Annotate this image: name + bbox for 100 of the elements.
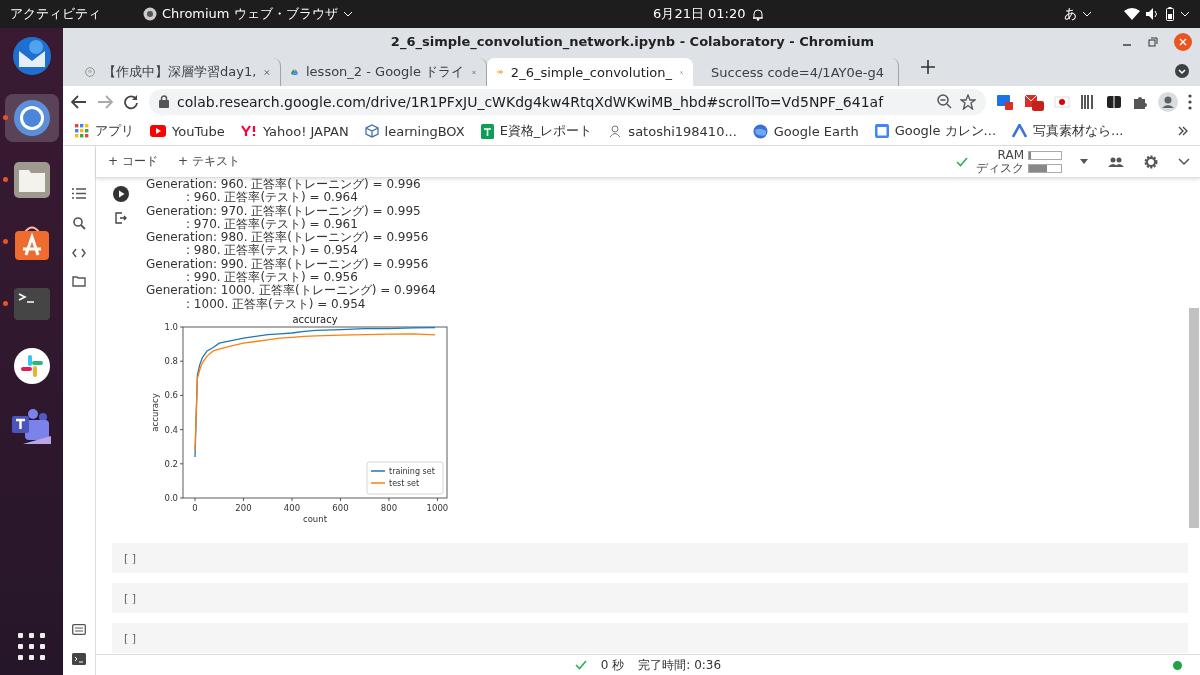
reload-icon[interactable]	[123, 93, 139, 110]
y-tick-label: 0.0	[164, 492, 178, 503]
legend-label: training set	[389, 466, 435, 476]
clock[interactable]: 6月21日 01:20	[653, 5, 746, 23]
profile-avatar-icon[interactable]	[1158, 91, 1178, 112]
cube-icon	[364, 124, 379, 138]
bookmark-link[interactable]: satoshi198410...	[608, 123, 737, 139]
extension-icon[interactable]	[996, 92, 1014, 111]
bookmark-link[interactable]: Google カレン...	[874, 122, 996, 140]
caret-icon	[1180, 11, 1190, 17]
output-line: : 960. 正答率(テスト) = 0.964	[185, 191, 359, 205]
browser-icon	[143, 7, 157, 21]
app-grid-icon[interactable]	[17, 633, 46, 661]
empty-code-cell[interactable]: [ ]	[112, 543, 1188, 573]
y-tick-label: 0.6	[164, 390, 178, 401]
toc-list-icon[interactable]	[72, 188, 86, 199]
lock-icon	[159, 95, 169, 108]
more-bookmarks-icon[interactable]	[1178, 126, 1188, 136]
cell-prompt: [ ]	[124, 591, 137, 605]
browser-tab[interactable]: 【作成中】深層学習day1,	[75, 58, 281, 86]
check-icon	[574, 660, 587, 670]
mail-badge-icon[interactable]	[1024, 92, 1044, 111]
bookmark-link[interactable]: YouTube	[150, 123, 225, 139]
board-icon[interactable]	[1106, 93, 1122, 110]
terminal-icon[interactable]	[72, 653, 86, 665]
bookmark-link[interactable]: E資格_レポート	[480, 122, 593, 140]
y-tick-label: 0.4	[164, 424, 178, 435]
chevron-logo-icon	[1012, 124, 1027, 138]
bookmark-link[interactable]: Yahoo! JAPAN	[240, 123, 349, 139]
snippets-icon[interactable]	[72, 624, 86, 635]
star-icon[interactable]	[960, 93, 976, 110]
output-line: Generation: 960. 正答率(トレーニング) = 0.996	[146, 178, 422, 191]
browser-tab[interactable]: Success code=4/1AY0e-g4	[693, 58, 899, 86]
add-code-button[interactable]: + コード	[108, 153, 158, 170]
volume-icon	[1146, 8, 1160, 20]
completed-time: 完了時間: 0:36	[638, 656, 722, 674]
code-brackets-icon[interactable]	[72, 248, 86, 258]
output-line: Generation: 990. 正答率(トレーニング) = 0.9956	[146, 257, 430, 271]
search-icon[interactable]	[72, 217, 86, 230]
calendar-icon	[874, 124, 889, 138]
dock-item[interactable]	[4, 94, 59, 142]
hash-logo-icon	[12, 347, 51, 385]
y-axis-label: accuracy	[150, 393, 160, 432]
activities-button[interactable]: アクティビティ	[10, 5, 101, 23]
x-tick-label: 0	[192, 502, 198, 513]
sheet-icon	[480, 123, 494, 139]
x-axis-label: count	[303, 513, 327, 524]
close-icon[interactable]	[264, 67, 270, 77]
bookmark-link[interactable]: Google Earth	[752, 123, 859, 139]
apps-grid-icon	[75, 124, 89, 138]
yahoo-logo-icon	[240, 125, 257, 137]
folder-icon[interactable]	[72, 276, 86, 287]
output-line: : 970. 正答率(テスト) = 0.961	[185, 217, 358, 231]
tab-search-icon[interactable]	[1174, 63, 1190, 79]
clear-output-icon[interactable]	[115, 212, 127, 224]
output-line: : 980. 正答率(テスト) = 0.954	[185, 244, 359, 258]
flag-icon[interactable]	[1054, 93, 1070, 110]
restore-icon[interactable]	[1148, 36, 1158, 47]
bookmark-link[interactable]: アプリ	[75, 122, 134, 140]
people-icon[interactable]	[1108, 156, 1124, 167]
browser-tab[interactable]: 2_6_simple_convolution_	[487, 58, 693, 86]
x-tick-label: 1000	[426, 502, 449, 513]
zoom-icon[interactable]	[937, 94, 952, 109]
collapse-chevron-icon[interactable]	[1178, 157, 1190, 166]
barcode-icon[interactable]	[1080, 93, 1096, 110]
elapsed-time: 0 秒	[600, 656, 625, 674]
bookmark-link[interactable]: learningBOX	[364, 123, 465, 139]
alarm-bell-icon	[751, 7, 764, 21]
scrollbar-thumb[interactable]	[1189, 308, 1199, 528]
person-icon	[608, 124, 623, 138]
bookmark-link[interactable]: 写真素材なら...	[1012, 122, 1124, 140]
cell-prompt: [ ]	[124, 551, 137, 565]
y-tick-label: 1.0	[164, 321, 178, 332]
empty-code-cell[interactable]: [ ]	[112, 623, 1188, 653]
close-icon[interactable]	[1174, 32, 1192, 51]
play-logo-icon	[150, 125, 166, 137]
caret-icon	[1082, 11, 1092, 17]
address-field[interactable]: colab.research.google.com/drive/1R1PFxJU_cWKdg4kw4RtqXdWKwiMB_hbd#scrollTo=Vd5NPF_641af	[149, 88, 986, 115]
output-line: Generation: 1000. 正答率(トレーニング) = 0.9964	[146, 284, 437, 298]
cell-prompt: [ ]	[124, 631, 137, 645]
add-text-button[interactable]: + テキスト	[177, 153, 240, 170]
menu-icon[interactable]	[1188, 93, 1192, 110]
run-button-icon[interactable]	[113, 186, 129, 202]
empty-code-cell[interactable]: [ ]	[112, 583, 1188, 613]
x-tick-label: 800	[380, 502, 398, 513]
resource-meter[interactable]: RAM ディスク	[976, 148, 1062, 175]
caret-icon	[342, 11, 353, 17]
terminal-icon	[12, 287, 51, 321]
x-tick-label: 600	[332, 502, 349, 513]
settings-icon[interactable]	[1144, 154, 1158, 169]
app-menu[interactable]: Chromium ウェブ・ブラウザ	[143, 5, 353, 23]
status-dot	[1173, 660, 1182, 670]
back-arrow-icon[interactable]	[71, 94, 87, 109]
dropdown-caret-icon[interactable]	[1080, 159, 1088, 164]
output-line: : 1000. 正答率(テスト) = 0.954	[185, 297, 367, 311]
x-tick-label: 200	[235, 502, 252, 513]
window-title: 2_6_simple_convolution_network.ipynb - Colaboratory - Chromium	[389, 34, 876, 49]
input-method-menu[interactable]: あ	[1064, 5, 1092, 23]
y-tick-label: 0.8	[164, 356, 178, 367]
chart-title: accuracy	[292, 313, 338, 325]
